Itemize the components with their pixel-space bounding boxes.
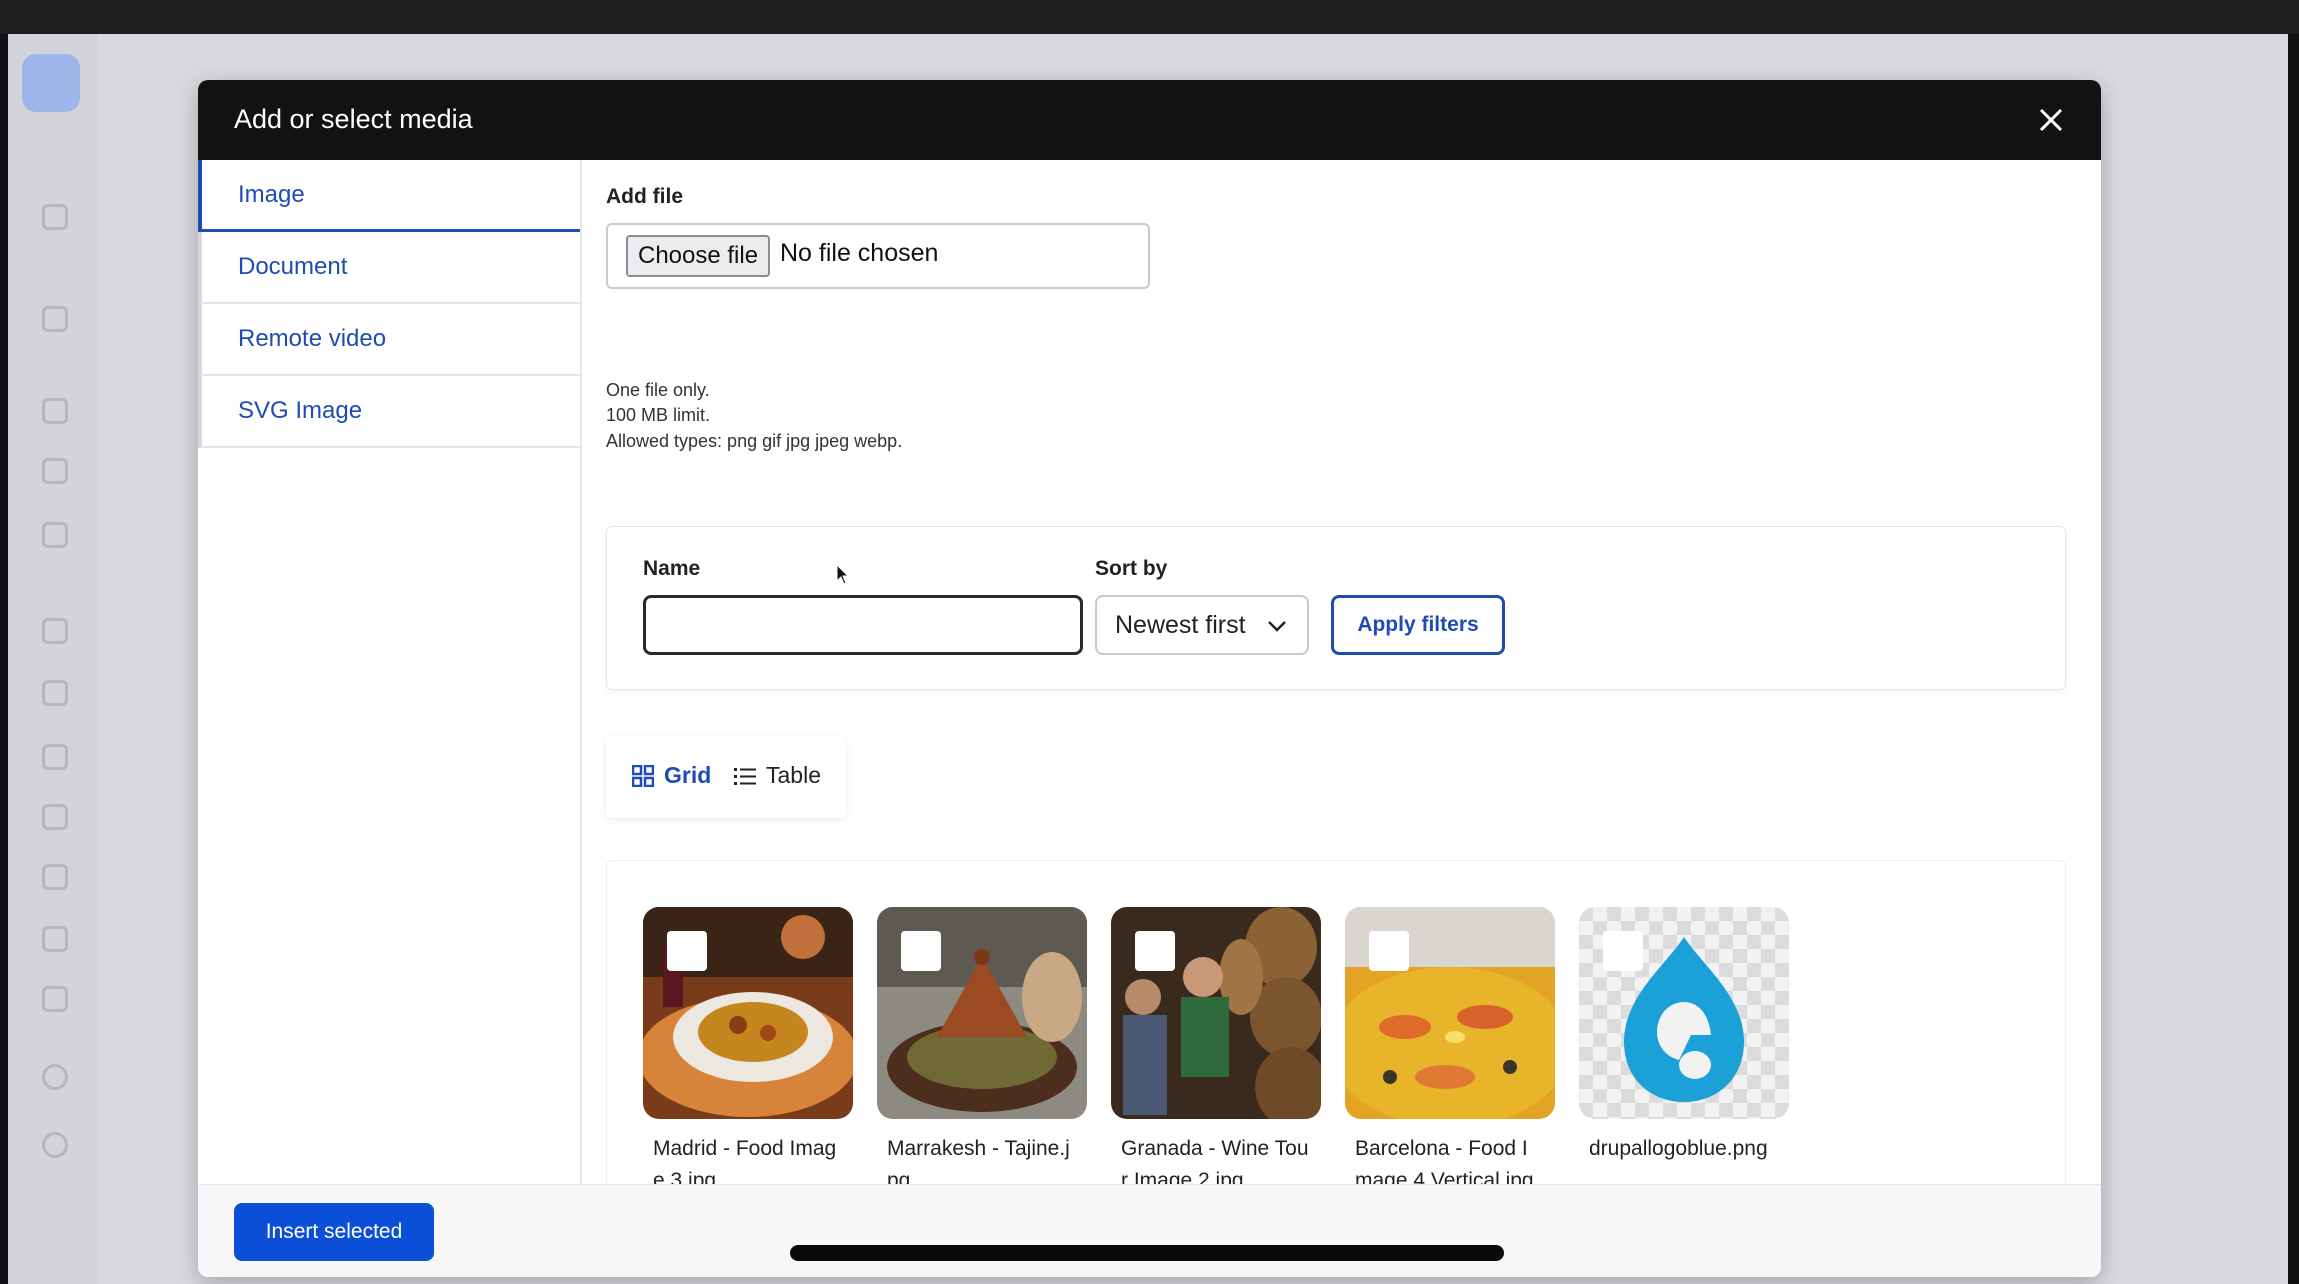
star-icon (42, 204, 68, 230)
media-modal: Add or select media Image Document Remot… (198, 80, 2101, 1277)
media-thumbnail (1111, 907, 1321, 1119)
file-upload-field: Choose file No file chosen (606, 223, 1150, 289)
bell-icon (42, 986, 68, 1012)
drupal-logo-icon (22, 54, 80, 112)
apply-filters-button[interactable]: Apply filters (1331, 595, 1505, 655)
name-filter-label: Name (643, 557, 701, 580)
chevron-down-icon (1268, 621, 1286, 632)
clock-icon (42, 926, 68, 952)
media-item[interactable]: Granada - Wine Tour Image 2.jpg (1111, 907, 1321, 1197)
sort-by-label: Sort by (1095, 557, 1168, 580)
image-icon (42, 458, 68, 484)
choose-file-button[interactable]: Choose file (626, 235, 771, 277)
home-indicator (790, 1245, 1504, 1261)
modal-header: Add or select media (198, 80, 2101, 160)
select-checkbox[interactable] (901, 931, 941, 971)
filter-panel: Name Sort by Newest first Apply filters (606, 526, 2066, 690)
table-view-button[interactable]: Table (734, 762, 821, 789)
plus-icon (42, 306, 68, 332)
insert-selected-button[interactable]: Insert selected (234, 1203, 434, 1261)
media-item-name: drupallogoblue.png (1589, 1137, 1768, 1160)
user-icon (42, 1132, 68, 1158)
select-checkbox[interactable] (667, 931, 707, 971)
sort-by-select[interactable]: Newest first (1095, 595, 1309, 655)
puzzle-icon (42, 744, 68, 770)
table-view-label: Table (766, 762, 821, 788)
close-icon (2039, 108, 2063, 132)
name-filter-input[interactable] (643, 595, 1083, 655)
mouse-cursor-icon (836, 564, 850, 585)
tab-remote-video[interactable]: Remote video (198, 304, 580, 376)
select-checkbox[interactable] (1603, 931, 1643, 971)
media-type-tabs: Image Document Remote video SVG Image (198, 160, 582, 1264)
admin-sidebar (8, 34, 98, 1284)
media-thumbnail (1345, 907, 1555, 1119)
tab-document[interactable]: Document (198, 232, 580, 304)
hint-size-limit: 100 MB limit. (606, 405, 711, 425)
hint-allowed-types: Allowed types: png gif jpg jpeg webp. (606, 431, 903, 451)
view-toggle: Grid Table (606, 736, 846, 818)
modal-footer: Insert selected (198, 1184, 2101, 1277)
grid-icon (632, 764, 654, 787)
media-item[interactable]: Marrakesh - Tajine.jpg (877, 907, 1087, 1197)
media-item[interactable]: drupallogoblue.png (1579, 907, 1789, 1165)
grid-view-button[interactable]: Grid (632, 762, 711, 789)
file-status: No file chosen (780, 239, 939, 267)
chat-icon (42, 864, 68, 890)
square-icon (42, 522, 68, 548)
media-thumbnail (1579, 907, 1789, 1119)
select-checkbox[interactable] (1369, 931, 1409, 971)
add-file-label: Add file (606, 185, 683, 208)
hint-file-count: One file only. (606, 380, 710, 400)
help-icon (42, 1064, 68, 1090)
modal-title: Add or select media (234, 104, 473, 134)
tab-image[interactable]: Image (198, 160, 580, 232)
select-checkbox[interactable] (1135, 931, 1175, 971)
window-top-bar (0, 0, 2299, 34)
sort-by-value: Newest first (1115, 610, 1246, 639)
media-content: Add file Choose file No file chosen One … (584, 160, 2101, 1277)
document-icon (42, 398, 68, 424)
media-item[interactable]: Madrid - Food Image 3.jpg (643, 907, 853, 1197)
grid-view-label: Grid (664, 762, 712, 788)
gear-icon (42, 804, 68, 830)
shield-icon (42, 680, 68, 706)
media-thumbnail (877, 907, 1087, 1119)
list-icon (734, 767, 756, 785)
layers-icon (42, 618, 68, 644)
tab-svg-image[interactable]: SVG Image (198, 376, 580, 448)
media-item[interactable]: Barcelona - Food Image 4 Vertical.jpg (1345, 907, 1555, 1197)
close-button[interactable] (2031, 100, 2071, 140)
media-thumbnail (643, 907, 853, 1119)
